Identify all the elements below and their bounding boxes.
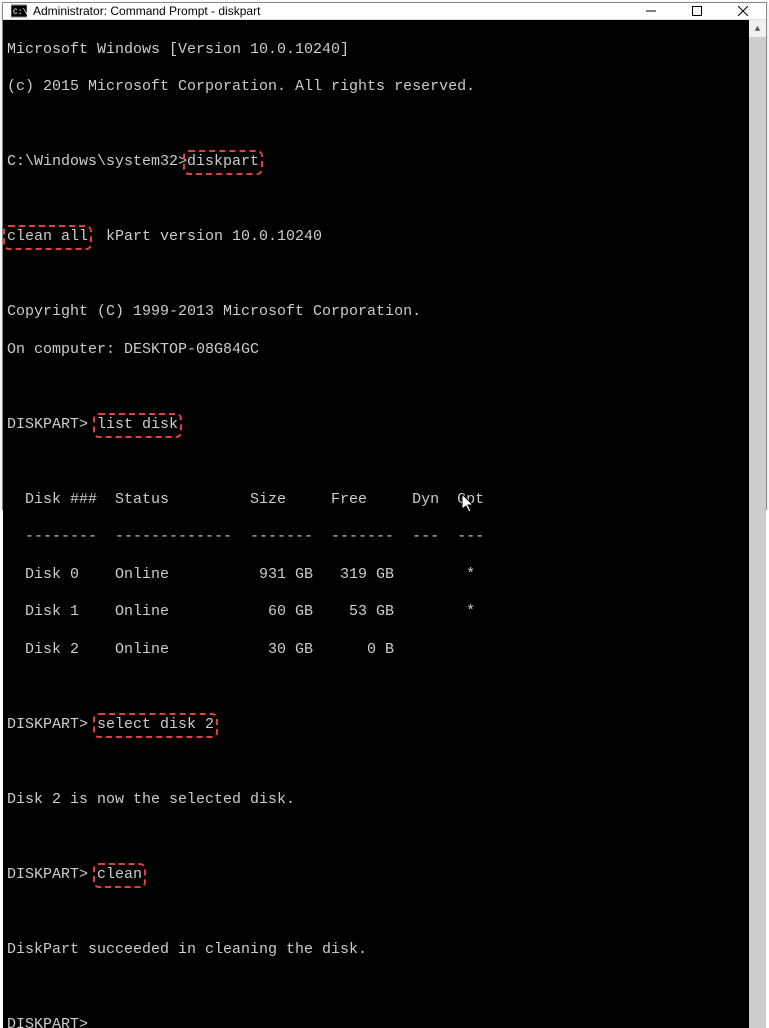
scrollbar-thumb[interactable]	[749, 37, 766, 1028]
vertical-scrollbar[interactable]: ▲ ▼	[749, 20, 766, 1028]
diskpart-prompt: DISKPART>	[7, 716, 97, 733]
version-line: Microsoft Windows [Version 10.0.10240]	[7, 41, 745, 60]
diskpart-prompt: DISKPART>	[7, 1016, 745, 1028]
table-row: Disk 1 Online 60 GB 53 GB *	[7, 603, 745, 622]
table-row: Disk 0 Online 931 GB 319 GB *	[7, 566, 745, 585]
terminal[interactable]: Microsoft Windows [Version 10.0.10240] (…	[3, 20, 749, 1028]
minimize-button[interactable]	[628, 3, 674, 19]
clean-command: clean	[97, 866, 142, 885]
svg-text:C:\: C:\	[13, 8, 27, 17]
command-prompt-window: C:\ Administrator: Command Prompt - disk…	[2, 2, 767, 510]
diskpart-copyright: Copyright (C) 1999-2013 Microsoft Corpor…	[7, 303, 745, 322]
cmd-icon: C:\	[11, 3, 27, 19]
computer-name: On computer: DESKTOP-08G84GC	[7, 341, 745, 360]
window-controls	[628, 3, 766, 19]
maximize-button[interactable]	[674, 3, 720, 19]
copyright-line: (c) 2015 Microsoft Corporation. All righ…	[7, 78, 745, 97]
scroll-up-arrow-icon[interactable]: ▲	[749, 20, 766, 37]
window-title: Administrator: Command Prompt - diskpart	[33, 4, 628, 18]
diskpart-prompt: DISKPART>	[7, 866, 97, 883]
listdisk-command: list disk	[97, 416, 178, 435]
cleanall-annotation: clean all	[7, 228, 88, 247]
table-divider: -------- ------------- ------- ------- -…	[7, 528, 745, 547]
table-header: Disk ### Status Size Free Dyn Gpt	[7, 491, 745, 510]
diskpart-command: diskpart	[187, 153, 259, 172]
select-result: Disk 2 is now the selected disk.	[7, 791, 745, 810]
clean-result: DiskPart succeeded in cleaning the disk.	[7, 941, 745, 960]
titlebar[interactable]: C:\ Administrator: Command Prompt - disk…	[3, 3, 766, 20]
close-button[interactable]	[720, 3, 766, 19]
terminal-area: Microsoft Windows [Version 10.0.10240] (…	[3, 20, 766, 1028]
table-row: Disk 2 Online 30 GB 0 B	[7, 641, 745, 660]
select-command: select disk 2	[97, 716, 214, 735]
diskpart-version: kPart version 10.0.10240	[88, 228, 322, 245]
system-prompt: C:\Windows\system32>	[7, 153, 187, 170]
diskpart-prompt: DISKPART>	[7, 416, 97, 433]
mouse-cursor-icon	[390, 475, 404, 495]
